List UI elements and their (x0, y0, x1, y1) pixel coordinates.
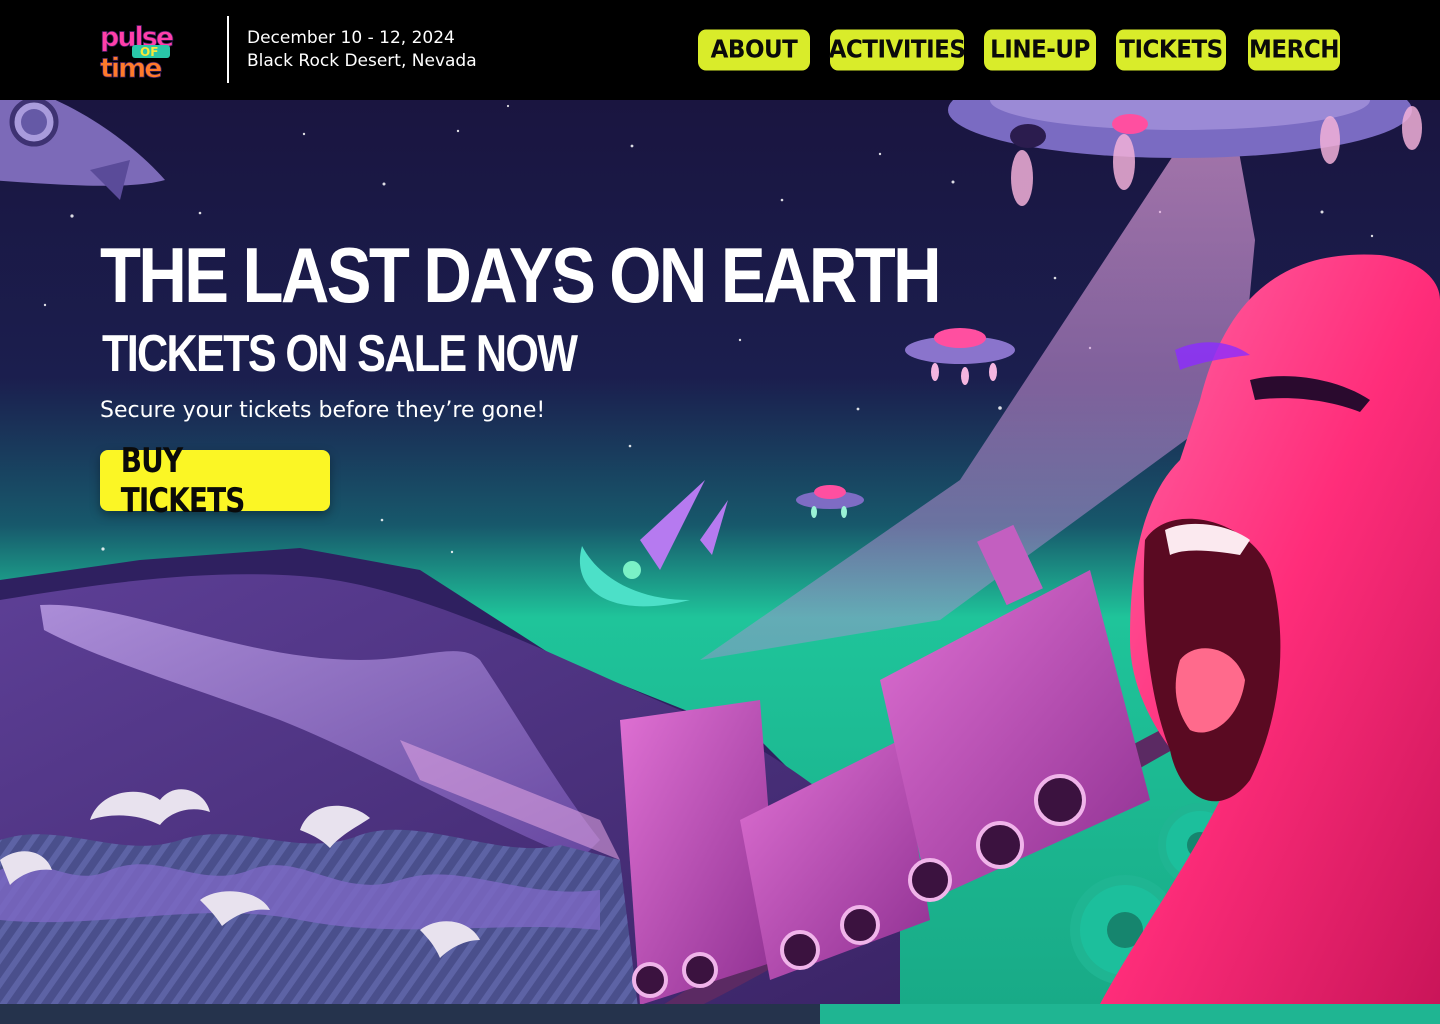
header-divider (227, 16, 229, 83)
event-dates: December 10 - 12, 2024 (247, 28, 455, 48)
nav-item-merch[interactable]: MERCH (1248, 29, 1340, 71)
ground-strip-teal (820, 1004, 1440, 1024)
nav-item-line-up[interactable]: LINE-UP (984, 29, 1096, 71)
hero-tagline: Secure your tickets before they’re gone! (100, 398, 546, 423)
ground-strip (0, 1004, 820, 1024)
event-info: December 10 - 12, 2024 Black Rock Desert… (247, 27, 477, 73)
nav-item-activities[interactable]: ACTIVITIES (829, 29, 966, 71)
site-header: pulse OF time December 10 - 12, 2024 Bla… (0, 0, 1440, 100)
buy-tickets-button[interactable]: BUY TICKETS (100, 441, 330, 521)
pulse-of-time-logo[interactable]: pulse OF time (98, 22, 206, 80)
nav-item-tickets[interactable]: TICKETS (1116, 29, 1226, 71)
hero-subtitle: TICKETS ON SALE NOW (102, 325, 578, 383)
buy-tickets-label: BUY TICKETS (120, 440, 246, 521)
logo-text-bottom: time (100, 53, 161, 80)
hero-title: THE LAST DAYS ON EARTH (100, 231, 942, 319)
nav-item-about[interactable]: ABOUT (698, 29, 810, 71)
hero-section: THE LAST DAYS ON EARTH TICKETS ON SALE N… (0, 100, 1440, 1024)
event-location: Black Rock Desert, Nevada (247, 51, 477, 71)
